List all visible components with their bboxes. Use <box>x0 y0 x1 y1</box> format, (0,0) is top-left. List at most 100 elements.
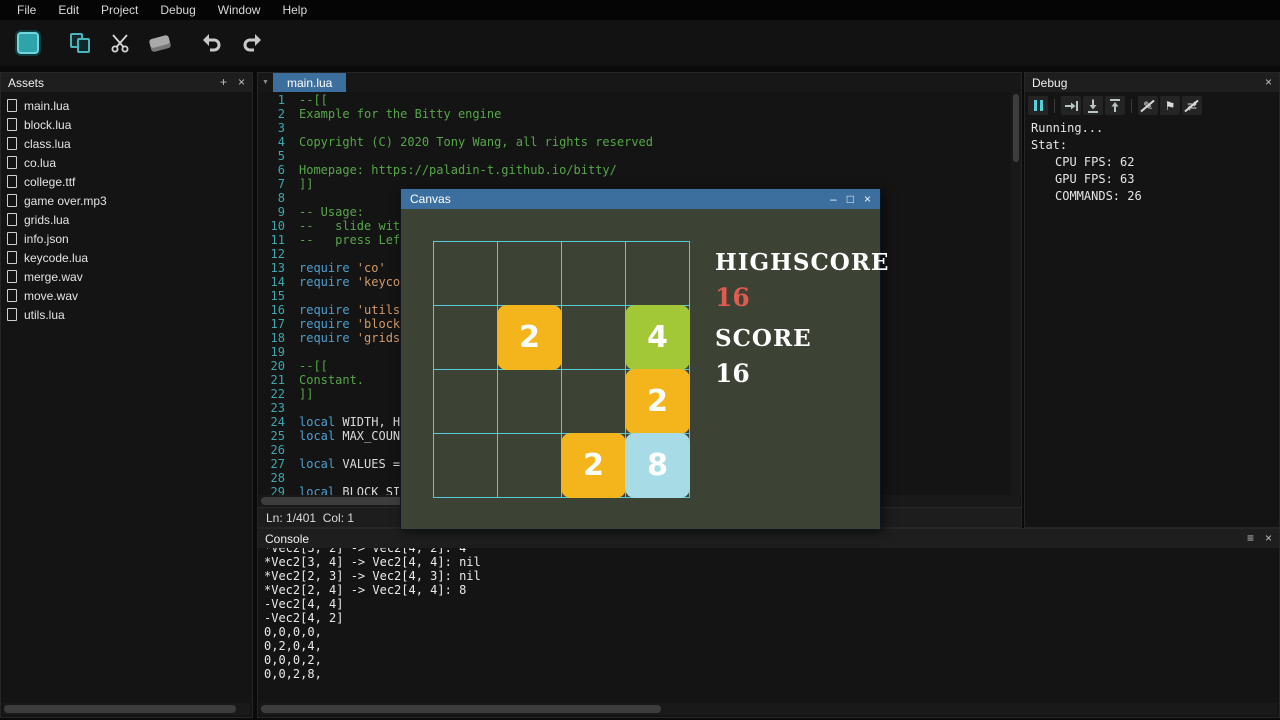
asset-file[interactable]: utils.lua <box>1 305 252 324</box>
code-line: 4Copyright (C) 2020 Tony Wang, all right… <box>258 135 1011 149</box>
code-line: 3 <box>258 121 1011 135</box>
game-viewport[interactable]: 24228 HIGHSCORE 16 SCORE 16 <box>401 209 880 529</box>
line-number: 27 <box>258 457 285 471</box>
debug-close-button[interactable]: × <box>1265 73 1272 92</box>
tile-layer: 24228 <box>433 241 690 498</box>
assets-hscrollbar[interactable] <box>3 703 250 715</box>
asset-file[interactable]: keycode.lua <box>1 248 252 267</box>
crossed-arrows-icon: ⇄ <box>1187 99 1197 113</box>
scroll-thumb[interactable] <box>4 705 236 713</box>
cut-button[interactable] <box>102 25 138 61</box>
eraser-icon <box>149 34 172 52</box>
copy-icon <box>70 33 91 54</box>
step-over-icon <box>1063 98 1079 114</box>
asset-file[interactable]: merge.wav <box>1 267 252 286</box>
assets-add-button[interactable]: + <box>220 73 227 92</box>
menu-item-file[interactable]: File <box>6 0 47 20</box>
score-label: SCORE <box>715 325 889 352</box>
menu-item-edit[interactable]: Edit <box>47 0 90 20</box>
asset-file[interactable]: game over.mp3 <box>1 191 252 210</box>
assets-title: Assets <box>8 76 44 90</box>
console-line: *Vec2[3, 4] -> Vec2[4, 4]: nil <box>264 555 1279 569</box>
assets-close-button[interactable]: × <box>238 73 245 92</box>
tab-label: main.lua <box>287 76 332 90</box>
asset-file[interactable]: grids.lua <box>1 210 252 229</box>
asset-file[interactable]: main.lua <box>1 96 252 115</box>
asset-file[interactable]: class.lua <box>1 134 252 153</box>
clear-breakpoints-button[interactable]: ⇄ <box>1182 96 1202 115</box>
file-name: co.lua <box>24 156 56 170</box>
step-over-button[interactable] <box>1061 96 1081 115</box>
score-value: 16 <box>715 359 889 388</box>
line-number: 16 <box>258 303 285 317</box>
breakpoint-flag-button[interactable]: ⚑ <box>1160 96 1180 115</box>
console-line: *Vec2[3, 2] -> Vec2[4, 2]: 4 <box>264 548 1279 555</box>
menu-item-window[interactable]: Window <box>207 0 272 20</box>
debug-header: Debug × <box>1025 73 1279 92</box>
menu-item-project[interactable]: Project <box>90 0 149 20</box>
paste-button[interactable] <box>142 25 178 61</box>
debug-body: Running... Stat: CPU FPS: 62GPU FPS: 63C… <box>1025 116 1279 205</box>
scroll-thumb[interactable] <box>1013 94 1019 162</box>
console-close-button[interactable]: × <box>1265 529 1272 548</box>
asset-file[interactable]: move.wav <box>1 286 252 305</box>
minimize-button[interactable]: – <box>830 192 837 206</box>
scroll-thumb[interactable] <box>261 705 661 713</box>
console-hscrollbar[interactable] <box>260 703 1277 715</box>
close-button[interactable]: × <box>864 192 871 206</box>
pencil-slash-icon: ✎ <box>1143 99 1153 113</box>
canvas-window: Canvas – □ × 24228 HIGHSCORE 16 SCORE 16 <box>400 188 881 530</box>
tile-4: 4 <box>625 305 690 370</box>
asset-file[interactable]: college.ttf <box>1 172 252 191</box>
asset-file[interactable]: info.json <box>1 229 252 248</box>
file-icon <box>7 232 17 245</box>
file-icon <box>7 194 17 207</box>
file-icon <box>7 118 17 131</box>
canvas-titlebar[interactable]: Canvas – □ × <box>401 189 880 209</box>
tile-2: 2 <box>497 305 562 370</box>
debug-stat-label: Stat: <box>1031 137 1279 154</box>
step-out-button[interactable] <box>1105 96 1125 115</box>
line-number: 7 <box>258 177 285 191</box>
canvas-title: Canvas <box>410 192 451 206</box>
step-out-icon <box>1107 98 1123 114</box>
debug-panel: Debug × <box>1024 72 1280 528</box>
editor-vscrollbar[interactable] <box>1011 92 1021 495</box>
console-title: Console <box>265 532 309 546</box>
line-number: 21 <box>258 373 285 387</box>
file-name: move.wav <box>24 289 78 303</box>
line-number: 26 <box>258 443 285 457</box>
asset-file[interactable]: block.lua <box>1 115 252 134</box>
file-icon <box>7 156 17 169</box>
menu-item-debug[interactable]: Debug <box>149 0 206 20</box>
line-number: 4 <box>258 135 285 149</box>
highscore-label: HIGHSCORE <box>715 249 889 276</box>
console-menu-button[interactable]: ≡ <box>1247 529 1254 548</box>
cursor-position: Ln: 1/401 Col: 1 <box>266 511 354 525</box>
menu-item-help[interactable]: Help <box>271 0 318 20</box>
file-name: block.lua <box>24 118 71 132</box>
line-number: 6 <box>258 163 285 177</box>
redo-button[interactable] <box>234 25 270 61</box>
toolbar <box>0 20 1280 66</box>
toolbar-separator <box>1131 99 1132 113</box>
tab-list-dropdown[interactable]: ▼ <box>258 73 273 92</box>
debug-stats: CPU FPS: 62GPU FPS: 63COMMANDS: 26 <box>1031 154 1279 205</box>
tab-main-lua[interactable]: main.lua <box>273 73 346 92</box>
step-into-button[interactable] <box>1083 96 1103 115</box>
asset-file[interactable]: co.lua <box>1 153 252 172</box>
line-number: 10 <box>258 219 285 233</box>
line-number: 8 <box>258 191 285 205</box>
line-number: 22 <box>258 387 285 401</box>
run-button[interactable] <box>10 25 46 61</box>
line-number: 11 <box>258 233 285 247</box>
maximize-button[interactable]: □ <box>847 192 854 206</box>
pause-button[interactable] <box>1028 96 1048 115</box>
disable-breakpoints-button[interactable]: ✎ <box>1138 96 1158 115</box>
copy-button[interactable] <box>62 25 98 61</box>
console-panel: Console ≡ × *Vec2[3, 2] -> Vec2[4, 2]: 4… <box>257 528 1280 718</box>
debug-title: Debug <box>1032 76 1067 90</box>
undo-button[interactable] <box>194 25 230 61</box>
console-output[interactable]: *Vec2[3, 2] -> Vec2[4, 2]: 4*Vec2[3, 4] … <box>258 548 1279 701</box>
assets-header: Assets + × <box>1 73 252 92</box>
